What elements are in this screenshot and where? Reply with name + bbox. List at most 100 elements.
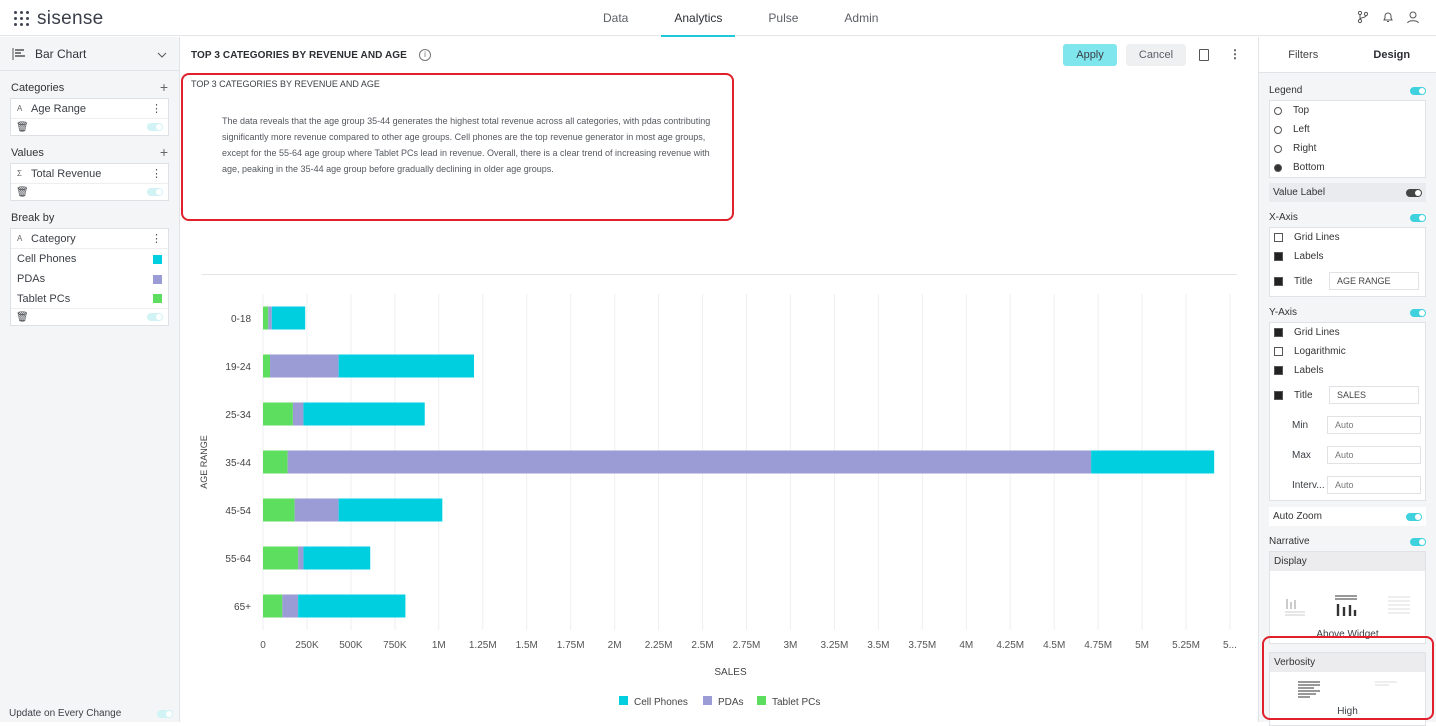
color-swatch[interactable] bbox=[153, 255, 162, 264]
more-icon[interactable]: ⋮ bbox=[151, 102, 162, 115]
radio[interactable] bbox=[1274, 107, 1282, 115]
y-tick-label: 25-34 bbox=[225, 410, 251, 421]
radio[interactable] bbox=[1274, 145, 1282, 153]
legend-option-right[interactable]: Right bbox=[1270, 139, 1425, 158]
nav-pulse[interactable]: Pulse bbox=[745, 0, 821, 36]
checkbox[interactable] bbox=[1274, 328, 1283, 337]
narrative-only-icon[interactable] bbox=[1387, 594, 1411, 618]
max-input[interactable]: Auto bbox=[1327, 446, 1421, 464]
cancel-button[interactable]: Cancel bbox=[1126, 44, 1186, 66]
more-vertical-icon[interactable]: ⋮ bbox=[1229, 47, 1241, 61]
breakby-member[interactable]: PDAs bbox=[11, 269, 168, 289]
legend-toggle[interactable] bbox=[1410, 87, 1426, 95]
xaxis-grid-lines[interactable]: Grid Lines bbox=[1270, 228, 1425, 247]
legend-label: Tablet PCs bbox=[772, 697, 820, 708]
legend-swatch bbox=[757, 696, 766, 705]
yaxis-logarithmic[interactable]: Logarithmic bbox=[1270, 342, 1425, 361]
user-icon[interactable] bbox=[1406, 10, 1420, 24]
checkbox[interactable] bbox=[1274, 233, 1283, 242]
x-tick-label: 2.75M bbox=[733, 640, 761, 651]
trash-icon[interactable]: 🗑 bbox=[16, 312, 29, 323]
value-field[interactable]: ΣTotal Revenue⋮ bbox=[11, 164, 168, 184]
x-tick-label: 5.25M bbox=[1172, 640, 1200, 651]
yaxis-toggle[interactable] bbox=[1410, 309, 1426, 317]
breakby-member[interactable]: Tablet PCs bbox=[11, 289, 168, 309]
below-widget-icon[interactable] bbox=[1284, 595, 1306, 617]
yaxis-title-input[interactable]: SALES bbox=[1329, 386, 1419, 404]
apply-button[interactable]: Apply bbox=[1063, 44, 1117, 66]
x-tick-label: 4.5M bbox=[1043, 640, 1065, 651]
tab-design[interactable]: Design bbox=[1348, 37, 1436, 72]
legend-option-left[interactable]: Left bbox=[1270, 120, 1425, 139]
legend-option-bottom[interactable]: Bottom bbox=[1270, 158, 1425, 177]
nav-admin[interactable]: Admin bbox=[821, 0, 901, 36]
auto-zoom-toggle[interactable] bbox=[1406, 513, 1422, 521]
radio[interactable] bbox=[1274, 164, 1282, 172]
checkbox[interactable] bbox=[1274, 277, 1283, 286]
checkbox[interactable] bbox=[1274, 252, 1283, 261]
yaxis-labels[interactable]: Labels bbox=[1270, 361, 1425, 380]
display-label: Display bbox=[1270, 552, 1425, 571]
breakby-toggle[interactable] bbox=[147, 313, 163, 321]
nav-data[interactable]: Data bbox=[580, 0, 651, 36]
more-icon[interactable]: ⋮ bbox=[151, 232, 162, 245]
option-label: Top bbox=[1293, 105, 1309, 116]
xaxis-labels[interactable]: Labels bbox=[1270, 247, 1425, 266]
info-icon[interactable]: i bbox=[419, 49, 431, 61]
categories-section-title: Categories + bbox=[0, 71, 179, 98]
update-toggle[interactable] bbox=[157, 710, 173, 718]
brand-name: sisense bbox=[37, 8, 104, 30]
xaxis-options: Grid Lines Labels TitleAGE RANGE bbox=[1269, 227, 1426, 297]
yaxis-grid-lines[interactable]: Grid Lines bbox=[1270, 323, 1425, 342]
value-label-toggle[interactable] bbox=[1406, 189, 1422, 197]
category-field-label: Age Range bbox=[31, 103, 86, 115]
trash-icon[interactable]: 🗑 bbox=[16, 187, 29, 198]
xaxis-title-input[interactable]: AGE RANGE bbox=[1329, 272, 1419, 290]
x-tick-label: 2.5M bbox=[691, 640, 713, 651]
chart-type-selector[interactable]: Bar Chart bbox=[0, 37, 179, 71]
color-swatch[interactable] bbox=[153, 275, 162, 284]
bar-cell-phones bbox=[272, 307, 305, 330]
bar-cell-phones bbox=[303, 403, 424, 426]
color-swatch[interactable] bbox=[153, 294, 162, 303]
document-icon[interactable] bbox=[1199, 49, 1209, 61]
above-widget-icon[interactable] bbox=[1334, 594, 1358, 618]
xaxis-title[interactable]: TitleAGE RANGE bbox=[1270, 266, 1425, 296]
category-field[interactable]: AAge Range⋮ bbox=[11, 99, 168, 119]
legend-section: Legend bbox=[1259, 81, 1436, 100]
value-toggle[interactable] bbox=[147, 188, 163, 196]
yaxis-interval: Interv...Auto bbox=[1270, 470, 1425, 500]
option-label: Grid Lines bbox=[1294, 232, 1340, 243]
add-value-icon[interactable]: + bbox=[160, 147, 168, 159]
widget-editor: TOP 3 CATEGORIES BY REVENUE AND AGE i Ap… bbox=[181, 37, 1257, 722]
trash-icon[interactable]: 🗑 bbox=[16, 122, 29, 133]
x-tick-label: 250K bbox=[295, 640, 319, 651]
bar-pdas bbox=[298, 547, 303, 570]
breakby-member[interactable]: Cell Phones bbox=[11, 249, 168, 269]
branch-icon[interactable] bbox=[1356, 10, 1370, 24]
breakby-label: Break by bbox=[11, 212, 54, 224]
checkbox[interactable] bbox=[1274, 391, 1283, 400]
values-box: ΣTotal Revenue⋮ 🗑 bbox=[10, 163, 169, 201]
add-category-icon[interactable]: + bbox=[160, 82, 168, 94]
bar-pdas bbox=[282, 595, 298, 618]
more-icon[interactable]: ⋮ bbox=[151, 167, 162, 180]
display-options bbox=[1270, 571, 1425, 629]
breakby-field[interactable]: ACategory⋮ bbox=[11, 229, 168, 249]
widget-title[interactable]: TOP 3 CATEGORIES BY REVENUE AND AGE bbox=[191, 50, 407, 61]
radio[interactable] bbox=[1274, 126, 1282, 134]
yaxis-title[interactable]: TitleSALES bbox=[1270, 380, 1425, 410]
nav-analytics[interactable]: Analytics bbox=[651, 0, 745, 36]
legend-option-top[interactable]: Top bbox=[1270, 101, 1425, 120]
min-input[interactable]: Auto bbox=[1327, 416, 1421, 434]
narrative-toggle[interactable] bbox=[1410, 538, 1426, 546]
breakby-section-title: Break by bbox=[0, 201, 179, 228]
bell-icon[interactable] bbox=[1381, 10, 1395, 24]
tab-filters[interactable]: Filters bbox=[1259, 37, 1348, 72]
xaxis-toggle[interactable] bbox=[1410, 214, 1426, 222]
checkbox[interactable] bbox=[1274, 347, 1283, 356]
interval-input[interactable]: Auto bbox=[1327, 476, 1421, 494]
sisense-logo[interactable]: sisense bbox=[14, 8, 104, 30]
category-toggle[interactable] bbox=[147, 123, 163, 131]
checkbox[interactable] bbox=[1274, 366, 1283, 375]
